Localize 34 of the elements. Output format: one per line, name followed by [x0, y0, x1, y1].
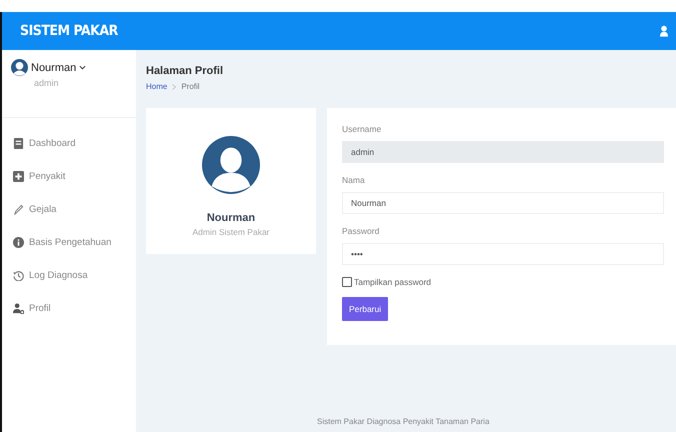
breadcrumb-current: Profil: [181, 82, 200, 91]
chevron-icon: [172, 84, 176, 90]
breadcrumb-link[interactable]: Home: [146, 82, 168, 91]
user-icon[interactable]: [660, 25, 668, 37]
book-icon: [13, 138, 24, 148]
input-field[interactable]: Nourman: [342, 192, 664, 214]
field-label: Password: [342, 226, 380, 236]
checkbox[interactable]: [342, 277, 352, 287]
footer-text: Sistem Pakar Diagnosa Penyakit Tanaman Paria: [317, 417, 490, 426]
plus-square-icon: [13, 170, 24, 182]
user-gear-icon: [13, 302, 24, 314]
brand-title: SISTEM PAKAR: [20, 23, 118, 39]
update-button[interactable]: Perbarui: [342, 297, 388, 321]
field-label: Username: [342, 124, 382, 134]
sidebar-item[interactable]: Penyakit: [29, 170, 66, 182]
sidebar-item[interactable]: Profil: [29, 302, 51, 314]
sidebar-item[interactable]: Log Diagnosa: [29, 270, 88, 280]
history-icon: [13, 270, 24, 280]
user-menu[interactable]: Nourman: [31, 62, 76, 74]
avatar-icon: [11, 59, 28, 76]
caret-icon[interactable]: [79, 65, 86, 70]
input-field[interactable]: ••••: [342, 243, 664, 265]
checkbox-label: Tampilkan password: [354, 277, 432, 287]
pen-icon: [13, 204, 24, 214]
profile-subtitle: Admin Sistem Pakar: [192, 227, 270, 237]
user-role: admin: [34, 78, 59, 88]
avatar-icon: [202, 136, 260, 194]
profile-name: Nourman: [206, 212, 256, 224]
sidebar-item[interactable]: Gejala: [29, 204, 56, 214]
field-label: Nama: [342, 175, 366, 185]
sidebar-item[interactable]: Dashboard: [29, 138, 76, 148]
page-title: Halaman Profil: [146, 65, 224, 77]
sidebar-item[interactable]: Basis Pengetahuan: [29, 236, 112, 248]
info-icon: [13, 236, 24, 248]
